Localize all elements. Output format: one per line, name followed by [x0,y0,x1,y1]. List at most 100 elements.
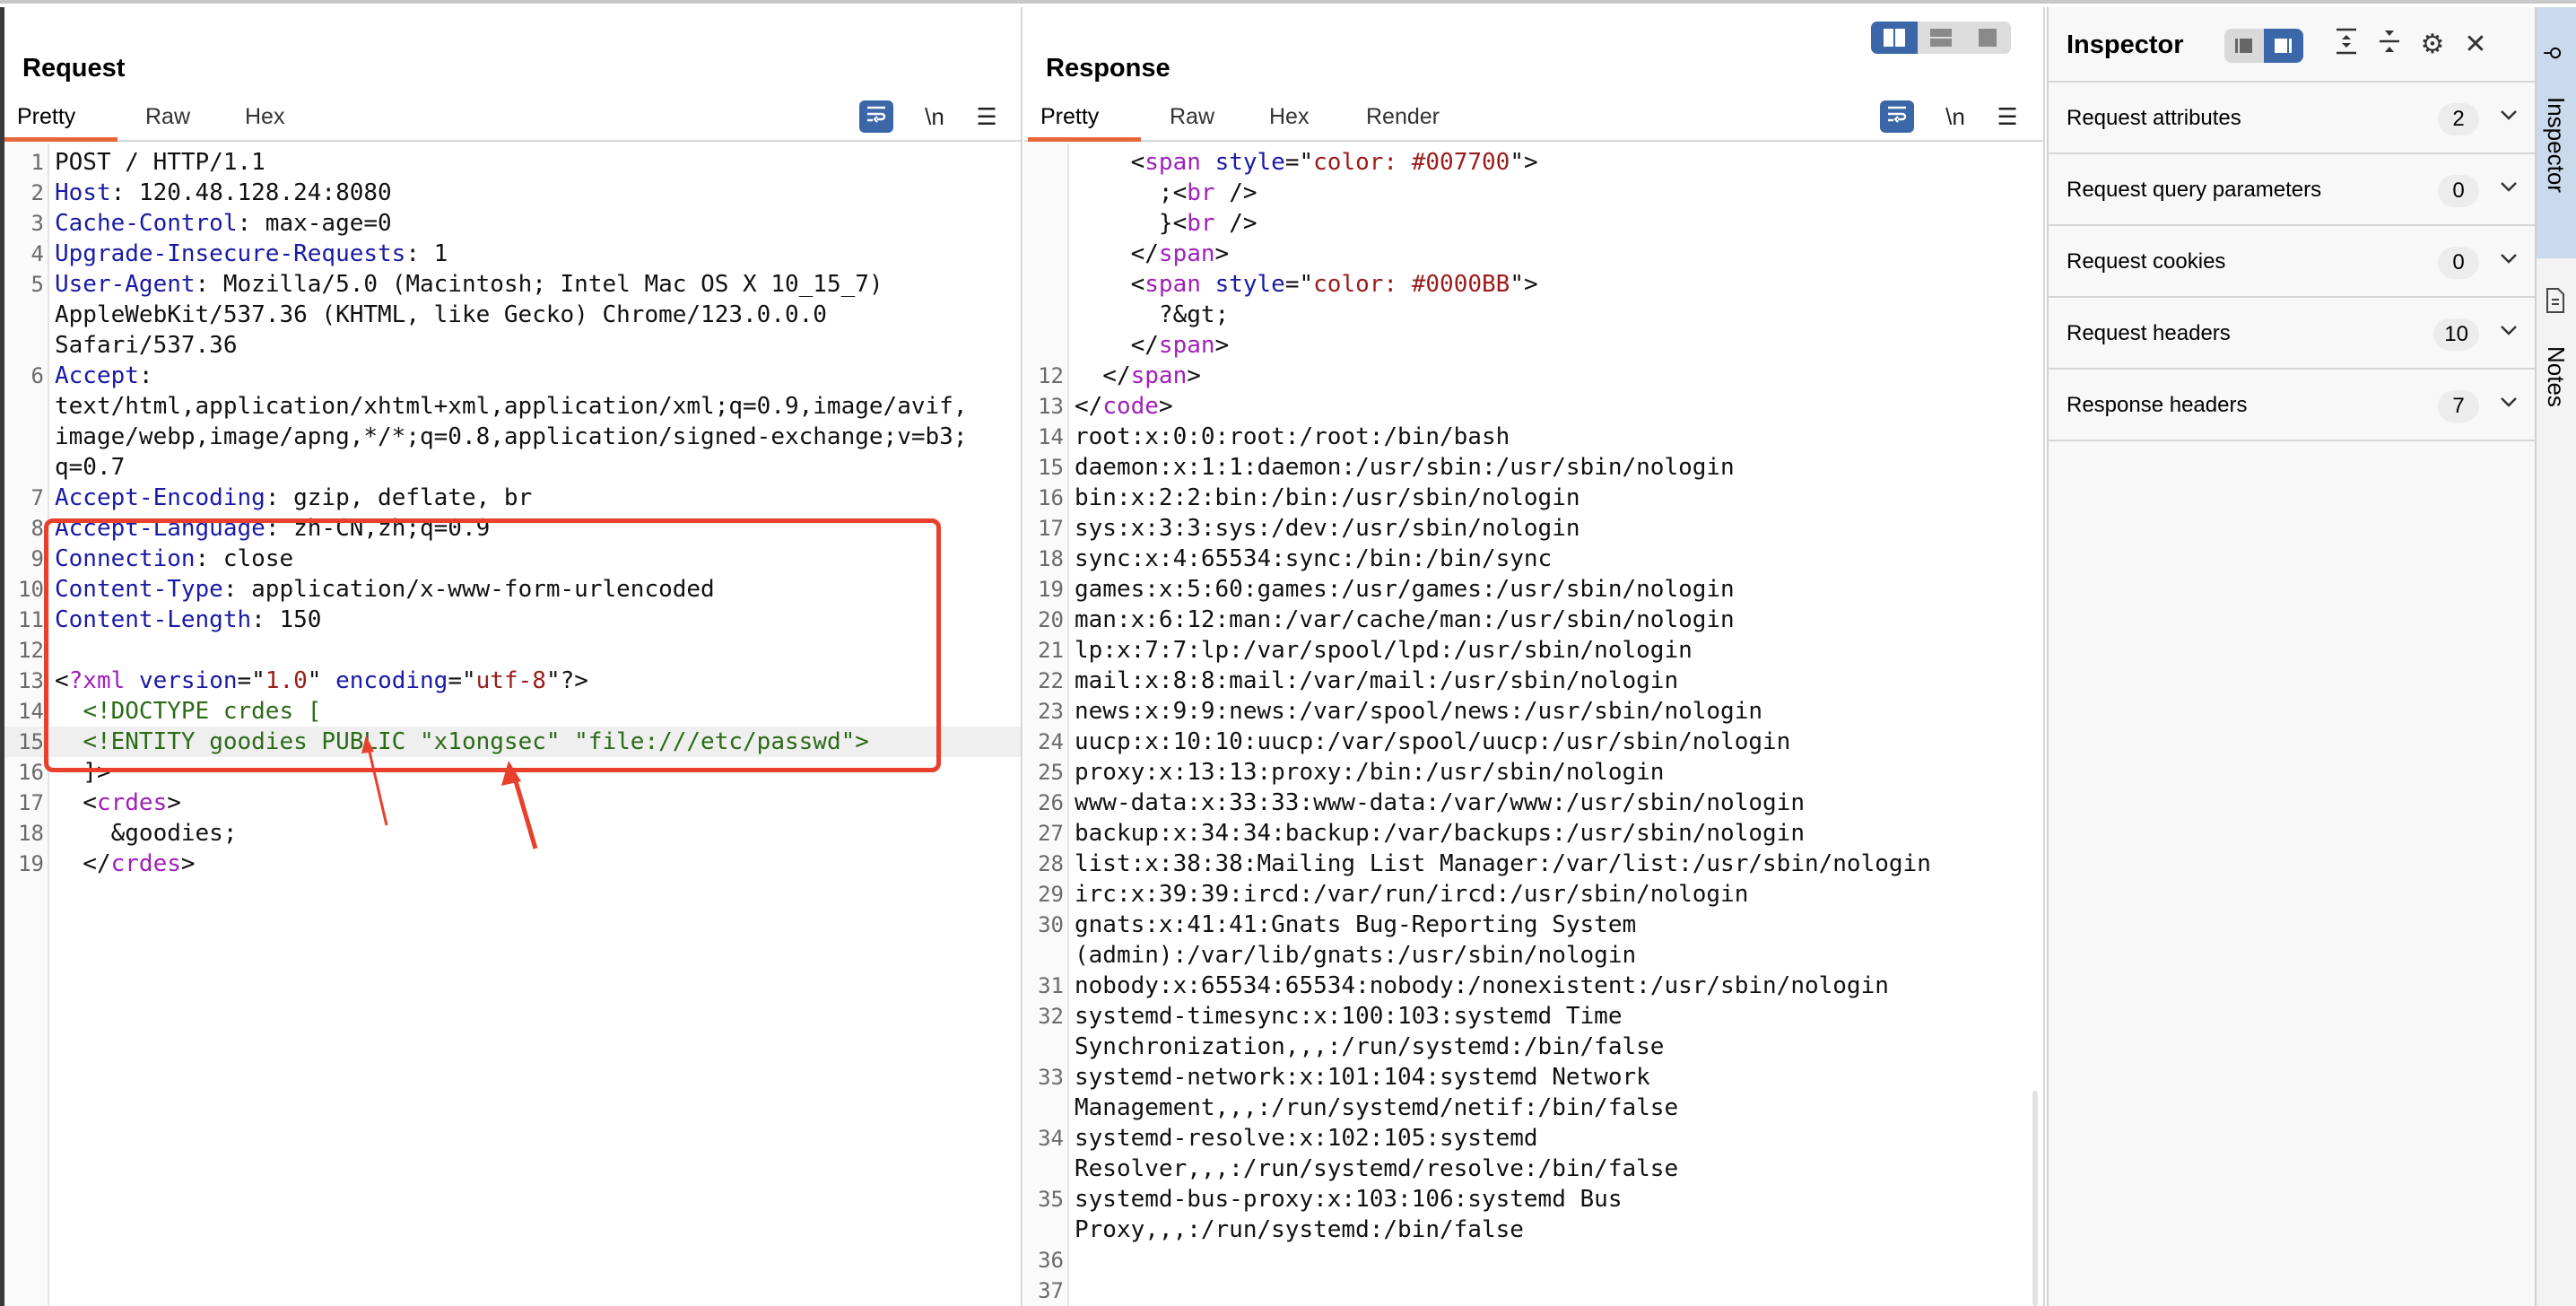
code-line: 31 nobody:x:65534:65534:nobody:/nonexiste… [1024,971,2043,1001]
side-tab-inspector[interactable]: ⚲ Inspector [2537,7,2576,258]
code-token: color: #0000BB [1313,271,1510,298]
code-token: <!ENTITY goodies PUBLIC "x1ongsec" "file… [83,728,869,755]
chevron-down-icon[interactable] [2499,102,2519,127]
code-token: man:x:6:12:man:/var/cache/man:/usr/sbin/… [1075,606,1735,633]
code-text: <!DOCTYPE crdes [ [55,696,321,727]
code-line: 8 Accept-Language: zh-CN,zh;q=0.9 [4,513,1021,544]
code-token: =" [448,667,476,694]
active-tab-indicator [4,137,117,142]
code-line: 12 [4,635,1021,666]
code-text: image/webp,image/apng,*/*;q=0.8,applicat… [55,422,967,452]
section-label: Request attributes [2067,106,2241,130]
side-tab-notes[interactable]: Notes [2537,260,2576,440]
code-token: Cache-Control [55,210,238,237]
chevron-down-icon[interactable] [2499,246,2519,271]
code-line: q=0.7 [4,452,1021,483]
code-line: 24 uucp:x:10:10:uucp:/var/spool/uucp:/usr… [1024,727,2043,757]
collapse-all-icon[interactable] [2371,27,2407,63]
line-number: 13 [1038,394,1064,419]
chevron-down-icon[interactable] [2499,174,2519,199]
response-tab-hex[interactable]: Hex [1269,104,1309,139]
code-token: systemd-timesync:x:100:103:systemd Time [1075,1003,1623,1030]
code-token: Safari/537.36 [55,332,238,359]
inspector-section[interactable]: Response headers 7 [2049,370,2535,441]
menu-icon[interactable]: ☰ [970,100,1004,133]
menu-icon[interactable]: ☰ [1990,100,2024,133]
code-token: Accept [55,362,139,389]
inspector-section[interactable]: Request headers 10 [2049,298,2535,370]
code-token: sys:x:3:3:sys:/dev:/usr/sbin/nologin [1075,515,1580,542]
show-newlines-toggle[interactable]: \n [1938,100,1972,133]
code-text: Content-Type: application/x-www-form-url… [55,574,715,605]
expand-all-icon[interactable] [2328,27,2364,63]
response-tab-render[interactable]: Render [1366,104,1440,139]
code-text: <!ENTITY goodies PUBLIC "x1ongsec" "file… [55,727,869,757]
side-tab-strip: ⚲ Inspector Notes [2535,7,2576,1306]
code-token: sync:x:4:65534:sync:/bin:/bin/sync [1075,545,1553,572]
code-token: Accept-Encoding [55,484,265,511]
line-number: 32 [1038,1004,1064,1029]
response-tab-pretty[interactable]: Pretty [1040,104,1099,139]
code-line: 29 irc:x:39:39:ircd:/var/run/ircd:/usr/sb… [1024,879,2043,910]
code-line: Proxy,,,:/run/systemd:/bin/false [1024,1215,2043,1245]
word-wrap-icon[interactable] [859,100,893,133]
line-number: 10 [18,577,44,602]
code-line: <span style="color: #0000BB"> [1024,269,2043,300]
code-token: : max-age=0 [237,210,392,237]
settings-gear-icon[interactable]: ⚙ [2415,27,2450,63]
code-line: 26 www-data:x:33:33:www-data:/var/www:/us… [1024,788,2043,818]
line-number: 31 [1038,973,1064,998]
code-text: Accept-Encoding: gzip, deflate, br [55,483,532,513]
request-tab-pretty[interactable]: Pretty [17,104,75,139]
code-token: > [1187,362,1201,389]
count-badge: 0 [2438,247,2479,279]
line-number: 7 [30,485,44,510]
code-text: bin:x:2:2:bin:/bin:/usr/sbin/nologin [1075,483,1580,513]
code-token: ]> [55,759,111,786]
code-token: ?&gt; [1075,301,1230,328]
line-number: 3 [30,211,44,236]
response-editor[interactable]: <span style="color: #007700"> ;<br /> }<… [1024,144,2043,1306]
chevron-down-icon[interactable] [2499,389,2519,414]
code-token: ;< [1075,179,1188,206]
dock-left-icon[interactable] [2224,29,2264,63]
code-token: Resolver,,,:/run/systemd/resolve:/bin/fa… [1075,1155,1679,1182]
dock-right-icon[interactable] [2264,29,2303,63]
code-token: root:x:0:0:root:/root:/bin/bash [1075,423,1510,450]
request-editor[interactable]: 1 POST / HTTP/1.1 2 Host: 120.48.128.24:808… [4,144,1021,1306]
close-icon[interactable]: ✕ [2458,27,2493,63]
inspector-section[interactable]: Request query parameters 0 [2049,154,2535,226]
code-token: encoding [335,667,448,694]
side-by-side-layout-button[interactable] [1871,22,1918,54]
inspector-section[interactable]: Request cookies 0 [2049,226,2535,298]
code-token: proxy:x:13:13:proxy:/bin:/usr/sbin/nolog… [1075,759,1665,786]
side-tab-label: Notes [2543,346,2570,407]
chevron-down-icon[interactable] [2499,318,2519,343]
stacked-layout-button[interactable] [1918,22,1964,54]
word-wrap-icon[interactable] [1880,100,1914,133]
code-line: 36 [1024,1245,2043,1276]
code-line: 13 <?xml version="1.0" encoding="utf-8"?> [4,666,1021,696]
side-tab-label: Inspector [2543,97,2570,193]
single-layout-button[interactable] [1964,22,2011,54]
line-number: 16 [18,760,44,785]
response-scrollbar[interactable] [2032,1091,2038,1306]
request-tab-hex[interactable]: Hex [245,104,284,139]
code-text: Proxy,,,:/run/systemd:/bin/false [1075,1215,1524,1245]
code-line: Synchronization,,,:/run/systemd:/bin/fal… [1024,1032,2043,1062]
line-number: 17 [18,790,44,815]
request-tab-raw[interactable]: Raw [145,104,190,139]
inspector-section[interactable]: Request attributes 2 [2049,83,2535,154]
code-token: < [1075,271,1145,298]
code-line: 22 mail:x:8:8:mail:/var/mail:/usr/sbin/no… [1024,666,2043,696]
response-tab-raw[interactable]: Raw [1170,104,1214,139]
code-line: 3 Cache-Control: max-age=0 [4,208,1021,239]
code-line: Safari/537.36 [4,330,1021,361]
code-line: ;<br /> [1024,178,2043,208]
show-newlines-toggle[interactable]: \n [918,100,952,133]
code-line: 16 bin:x:2:2:bin:/bin:/usr/sbin/nologin [1024,483,2043,513]
code-token: " [307,667,336,694]
